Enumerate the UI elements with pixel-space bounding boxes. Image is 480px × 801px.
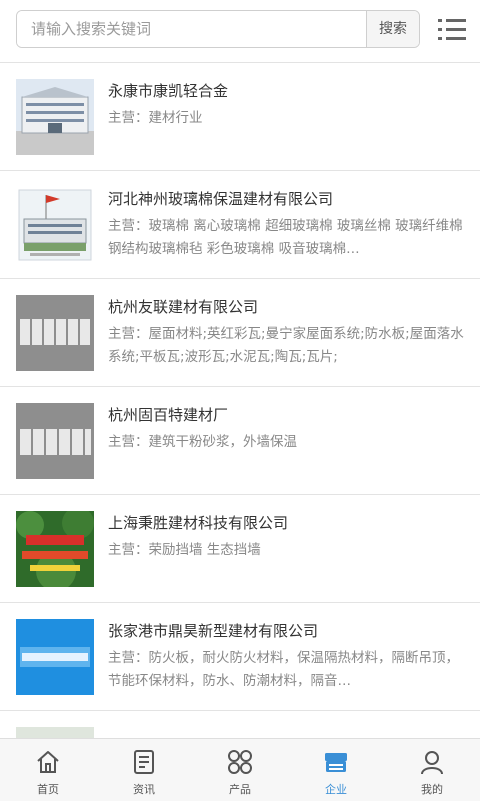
tab-home[interactable]: 首页 <box>0 739 96 801</box>
company-item[interactable]: 上海秉胜建材科技有限公司 主营：荣励挡墙 生态挡墙 <box>0 495 480 603</box>
company-thumbnail <box>16 403 94 479</box>
search-button[interactable]: 搜索 <box>366 11 419 47</box>
tab-label: 资讯 <box>133 783 155 796</box>
tab-products[interactable]: 产品 <box>192 739 288 801</box>
company-business: 主营：玻璃棉 离心玻璃棉 超细玻璃棉 玻璃丝棉 玻璃纤维棉 钢结构玻璃棉毡 彩色… <box>108 218 463 257</box>
tab-company[interactable]: 企业 <box>288 739 384 801</box>
company-thumbnail <box>16 295 94 371</box>
company-item[interactable]: 杭州友联建材有限公司 主营：屋面材料;英红彩瓦;曼宁家屋面系统;防水板;屋面落水… <box>0 279 480 387</box>
grid-icon <box>228 750 252 774</box>
company-name: 杭州友联建材有限公司 <box>108 298 259 316</box>
tab-label: 企业 <box>325 783 347 796</box>
search-input[interactable] <box>17 11 369 47</box>
bottom-tab-bar: 首页 资讯 产品 企业 我的 <box>0 738 480 801</box>
company-thumbnail <box>16 511 94 587</box>
company-name: 永康市康凯轻合金 <box>108 82 229 100</box>
user-icon <box>421 751 443 775</box>
company-icon <box>325 753 347 772</box>
company-item[interactable]: 永康市康凯轻合金 主营：建材行业 <box>0 63 480 171</box>
company-name: 杭州固百特建材厂 <box>108 406 229 424</box>
company-list: 永康市康凯轻合金 主营：建材行业 河北神州玻璃棉保温建材有限公司 主营：玻璃棉 … <box>0 63 480 751</box>
company-item[interactable]: 河北神州玻璃棉保温建材有限公司 主营：玻璃棉 离心玻璃棉 超细玻璃棉 玻璃丝棉 … <box>0 171 480 279</box>
company-business: 主营：屋面材料;英红彩瓦;曼宁家屋面系统;防水板;屋面落水系统;平板瓦;波形瓦;… <box>108 326 464 365</box>
company-business: 主营：建筑干粉砂浆，外墙保温 <box>108 434 297 450</box>
company-business: 主营：防火板，耐火防火材料，保温隔热材料，隔断吊顶，节能环保材料，防水、防潮材料… <box>108 650 459 689</box>
company-name: 上海秉胜建材科技有限公司 <box>108 514 289 532</box>
tab-label: 首页 <box>37 783 59 796</box>
menu-icon[interactable] <box>438 17 466 43</box>
company-thumbnail <box>16 619 94 695</box>
company-thumbnail <box>16 187 94 263</box>
tab-news[interactable]: 资讯 <box>96 739 192 801</box>
news-icon <box>134 750 154 774</box>
tab-label: 我的 <box>421 783 443 796</box>
company-business: 主营：荣励挡墙 生态挡墙 <box>108 542 261 558</box>
company-name: 河北神州玻璃棉保温建材有限公司 <box>108 190 334 208</box>
company-item[interactable]: 张家港市鼎昊新型建材有限公司 主营：防火板，耐火防火材料，保温隔热材料，隔断吊顶… <box>0 603 480 711</box>
tab-mine[interactable]: 我的 <box>384 739 480 801</box>
company-thumbnail <box>16 79 94 155</box>
home-icon <box>37 751 59 773</box>
company-item[interactable]: 杭州固百特建材厂 主营：建筑干粉砂浆，外墙保温 <box>0 387 480 495</box>
tab-label: 产品 <box>229 783 251 796</box>
company-name: 张家港市鼎昊新型建材有限公司 <box>108 622 319 640</box>
search-box: 搜索 <box>16 10 420 48</box>
header: 搜索 <box>0 0 480 63</box>
company-business: 主营：建材行业 <box>108 110 203 126</box>
